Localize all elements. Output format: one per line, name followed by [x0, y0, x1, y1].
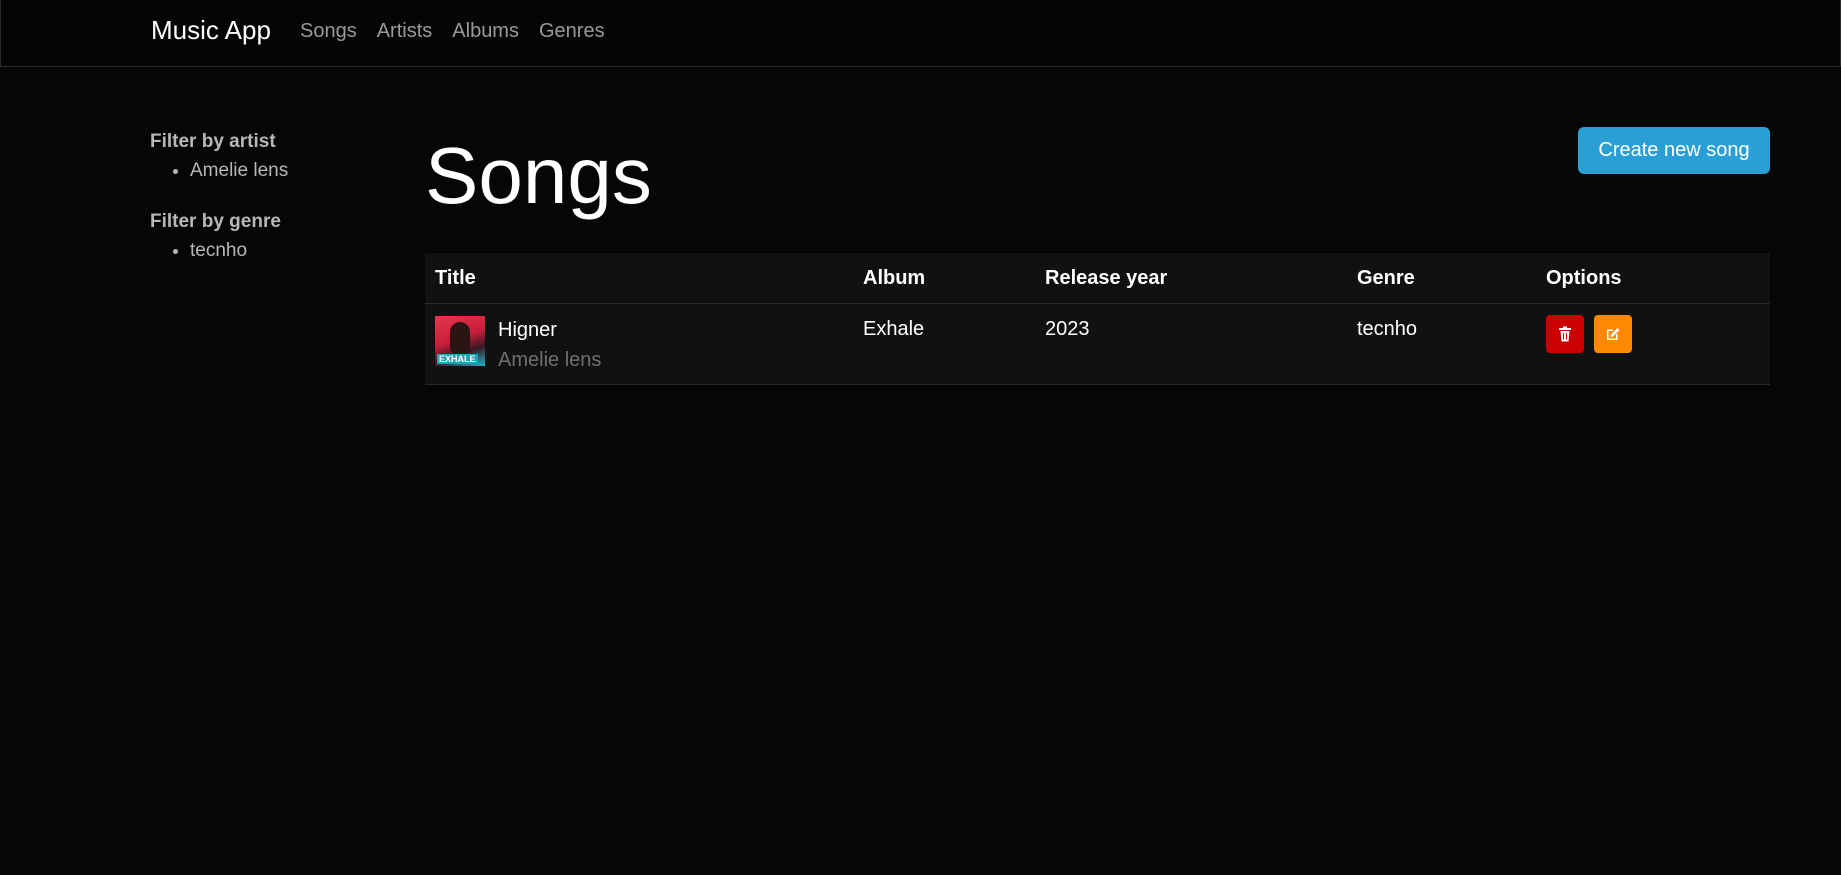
nav-link-albums[interactable]: Albums: [452, 20, 519, 43]
column-header-release-year: Release year: [1035, 253, 1347, 304]
brand-link[interactable]: Music App: [151, 15, 271, 46]
edit-song-button[interactable]: [1593, 315, 1632, 353]
genre-filter-list: tecnho: [150, 238, 400, 264]
album-cell: Exhale: [853, 303, 1035, 385]
trash-icon: [1559, 326, 1571, 342]
nav-link-artists[interactable]: Artists: [377, 20, 433, 43]
album-cover-portrait: [450, 322, 470, 354]
genre-filter-heading: Filter by genre: [150, 211, 281, 232]
nav-link-songs[interactable]: Songs: [300, 20, 357, 43]
column-header-options: Options: [1536, 253, 1770, 304]
album-cover-label: EXHALE: [437, 354, 478, 364]
genre-cell: tecnho: [1347, 303, 1536, 385]
table-row: EXHALE Higner Amelie lens Exhale 2023 te…: [425, 303, 1770, 385]
column-header-title: Title: [425, 253, 853, 304]
column-header-genre: Genre: [1347, 253, 1536, 304]
nav-link-genres[interactable]: Genres: [539, 20, 605, 43]
artist-filter-item[interactable]: Amelie lens: [190, 158, 400, 184]
table-header-row: Title Album Release year Genre Options: [425, 253, 1770, 304]
create-song-button[interactable]: Create new song: [1578, 127, 1770, 174]
artist-filter-heading: Filter by artist: [150, 131, 276, 152]
edit-icon: [1606, 328, 1620, 340]
song-artist: Amelie lens: [498, 349, 602, 371]
album-cover-image: EXHALE: [435, 316, 485, 366]
title-cell: EXHALE Higner Amelie lens: [425, 303, 853, 385]
navbar: Music App Songs Artists Albums Genres: [0, 0, 1841, 67]
genre-filter: Filter by genre tecnho: [150, 210, 400, 264]
delete-song-button[interactable]: [1546, 315, 1584, 353]
page-title: Songs: [425, 131, 652, 220]
songs-table: Title Album Release year Genre Options E…: [425, 253, 1770, 385]
filter-sidebar: Filter by artist Amelie lens Filter by g…: [150, 130, 400, 264]
release-year-cell: 2023: [1035, 303, 1347, 385]
options-cell: [1536, 303, 1770, 385]
nav-links: Songs Artists Albums Genres: [300, 20, 605, 43]
genre-filter-item[interactable]: tecnho: [190, 238, 400, 264]
artist-filter: Filter by artist Amelie lens: [150, 130, 400, 184]
song-title: Higner: [498, 319, 557, 341]
artist-filter-list: Amelie lens: [150, 158, 400, 184]
column-header-album: Album: [853, 253, 1035, 304]
